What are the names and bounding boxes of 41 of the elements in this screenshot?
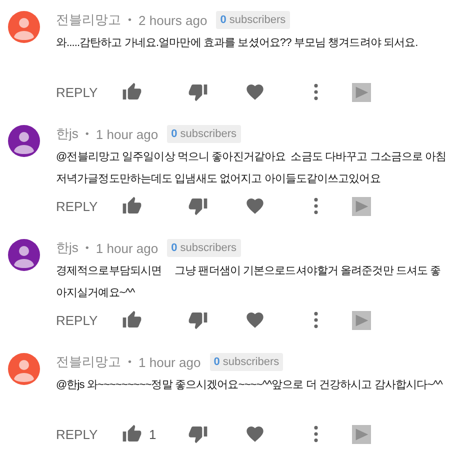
thumbs-up-icon[interactable] — [122, 424, 142, 444]
comment-text: 경제적으로부담되시면 그냥 팬더샘이 기본으로드셔야할거 올려준것만 드셔도 좋아지실거예요~^^ — [56, 264, 442, 301]
heart-icon[interactable] — [245, 310, 265, 330]
subscribers-badge: 0 subscribers — [210, 353, 284, 371]
reply-button[interactable]: REPLY — [56, 198, 122, 214]
comment-time: 2 hours ago — [138, 12, 208, 28]
more-icon[interactable] — [313, 311, 319, 329]
reply-button[interactable]: REPLY — [56, 426, 122, 442]
like-count: 1 — [149, 426, 156, 442]
subscribers-badge: 0 subscribers — [216, 11, 290, 29]
heart-icon[interactable] — [245, 424, 265, 444]
comment-text: @한js 와~~~~~~~~~정말 좋으시겠어요~~~~^^앞으로 더 건강하시고 감사합시다~^^ — [56, 378, 444, 393]
more-icon[interactable] — [313, 425, 319, 443]
comment-time: 1 hour ago — [96, 126, 158, 142]
thumbs-down-icon[interactable] — [188, 196, 208, 216]
separator-dot: • — [85, 128, 89, 140]
separator-dot: • — [128, 356, 132, 368]
reply-button[interactable]: REPLY — [56, 312, 122, 328]
thumbs-up-icon[interactable] — [122, 82, 142, 102]
more-icon[interactable] — [313, 83, 319, 101]
author-name[interactable]: 전블리망고 — [56, 353, 121, 371]
thumbs-down-icon[interactable] — [188, 310, 208, 330]
thumbs-up-icon[interactable] — [122, 310, 142, 330]
thumbs-down-icon[interactable] — [188, 82, 208, 102]
subscribers-badge: 0 subscribers — [167, 125, 240, 143]
author-name[interactable]: 전블리망고 — [56, 11, 121, 29]
comment-text: 와.....감탄하고 가네요.얼마만에 효과를 보셨어요?? 부모님 챙겨드려야 되서요. — [56, 36, 419, 51]
comment-time: 1 hour ago — [96, 240, 158, 256]
heart-icon[interactable] — [245, 196, 265, 216]
reply-button[interactable]: REPLY — [56, 84, 122, 100]
subscribers-badge: 0 subscribers — [167, 239, 240, 257]
thumbs-up-icon[interactable] — [122, 196, 142, 216]
comment-time: 1 hour ago — [138, 354, 201, 370]
comment-text: @전블리망고 일주일이상 먹으니 좋아진거같아요 소금도 다바꾸고 그소금으로 아침저녁가글정도만하는데도 입냄새도 없어지고 아이들도같이쓰고있어요 — [56, 150, 448, 187]
author-name[interactable]: 한js — [56, 239, 78, 257]
author-name[interactable]: 한js — [56, 125, 78, 143]
heart-icon[interactable] — [245, 82, 265, 102]
separator-dot: • — [128, 14, 132, 26]
separator-dot: • — [85, 242, 89, 254]
more-icon[interactable] — [313, 197, 319, 215]
thumbs-down-icon[interactable] — [188, 424, 208, 444]
